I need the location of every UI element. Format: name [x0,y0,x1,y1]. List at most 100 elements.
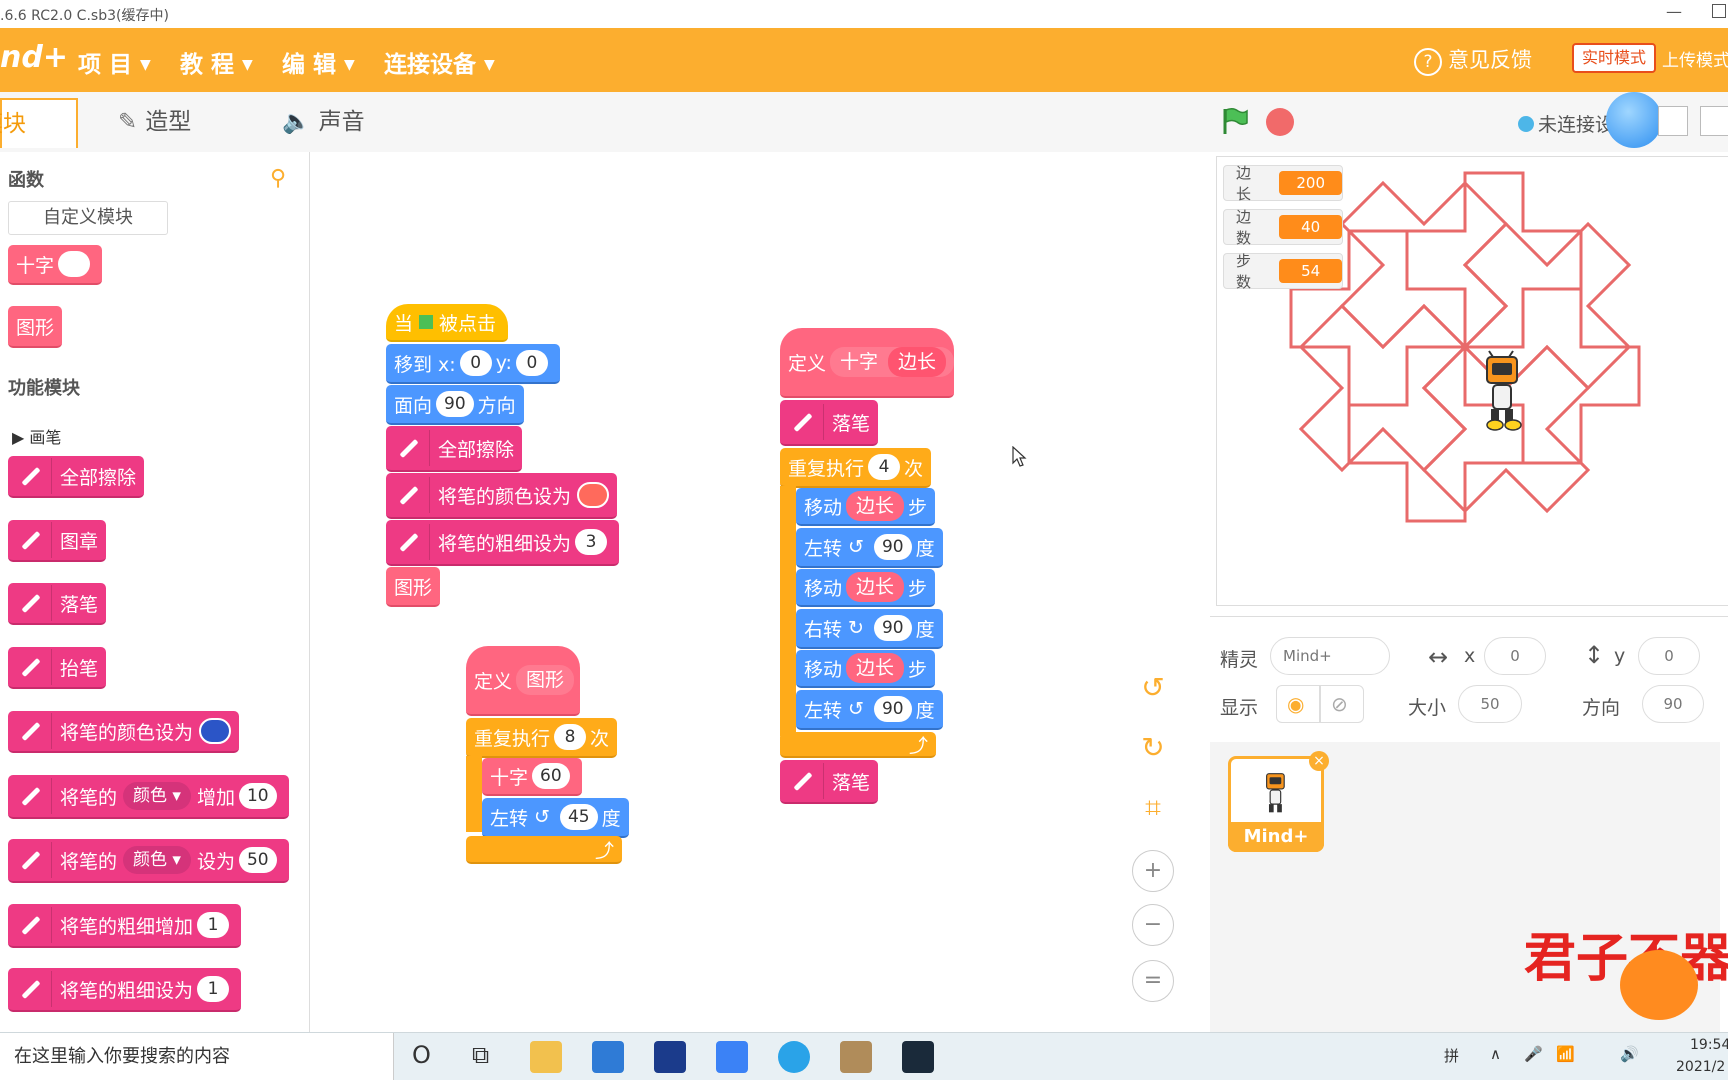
sprite-thumbnail[interactable]: Mind+ × [1228,751,1329,852]
zoom-in-button[interactable]: + [1132,850,1174,892]
cross-call-block[interactable]: 十字 60 [482,758,582,796]
side-length-reporter[interactable]: 边长 [846,491,905,521]
size-input[interactable]: 50 [1458,685,1522,723]
zoom-reset-button[interactable]: = [1132,960,1174,1002]
move-block[interactable]: 移动 边长步 [796,569,936,607]
turn-input[interactable]: 90 [873,696,912,722]
turn-right-block[interactable]: 右转 ↻ 90 度 [796,609,943,649]
move-block[interactable]: 移动 边长步 [796,650,936,688]
network-icon[interactable]: 📶 [1556,1045,1575,1063]
palette-pen-down[interactable]: 落笔 [8,583,107,625]
pen-down-block[interactable]: 落笔 [780,760,879,804]
pen-down-block[interactable]: 落笔 [780,400,879,446]
direction-input[interactable]: 90 [1642,685,1704,723]
robot-sprite[interactable] [1481,349,1525,431]
microphone-icon[interactable]: 🎤 [1524,1045,1543,1063]
tab-costumes[interactable]: ✎ 造型 [118,98,191,148]
assistant-ball-icon[interactable] [1606,92,1662,148]
redo-button[interactable]: ↻ [1132,728,1174,770]
turn-input[interactable]: 90 [873,615,912,641]
league-icon[interactable] [902,1041,934,1073]
menu-project[interactable]: 项 目 ▼ [78,45,151,79]
change-value-input[interactable]: 10 [238,783,277,809]
hide-eye-icon[interactable]: ⊘ [1320,685,1364,723]
turn-input[interactable]: 45 [559,804,598,830]
call-shape-block[interactable]: 图形 [386,567,441,607]
mail-icon[interactable] [592,1041,624,1073]
small-stage-button[interactable] [1658,106,1688,136]
task-view-icon[interactable]: ⧉ [472,1041,489,1069]
code-area[interactable] [310,152,1200,1032]
goto-x-input[interactable]: 0 [459,350,492,376]
palette-shape-block[interactable]: 图形 [8,306,63,348]
feedback-button[interactable]: ? 意见反馈 [1414,44,1532,76]
set-pen-size-block[interactable]: 将笔的粗细设为 3 [386,520,620,566]
repeat-8-block[interactable]: 重复执行 8 次 [466,718,618,758]
stop-icon[interactable] [1266,108,1294,136]
param-dropdown[interactable]: 颜色 ▾ [123,846,191,874]
palette-change-pen-size[interactable]: 将笔的粗细增加 1 [8,904,242,948]
turn-left-block[interactable]: 左转 ↺ 90 度 [796,690,943,730]
pin-icon[interactable]: ⚲ [270,166,286,191]
tab-sounds[interactable]: 🔈 声音 [282,98,365,148]
sprite-name-input[interactable]: Mind+ [1270,637,1390,675]
y-input[interactable]: 0 [1638,637,1700,675]
palette-cross-block[interactable]: 十字 [8,245,103,285]
upload-mode-button[interactable]: 上传模式 [1662,46,1728,71]
set-pen-color-block[interactable]: 将笔的颜色设为 [386,473,618,519]
cross-input[interactable] [58,251,91,277]
erase-all-block[interactable]: 全部擦除 [386,426,523,472]
repeat-4-block[interactable]: 重复执行 4 次 [780,448,932,488]
color-swatch[interactable] [577,482,610,508]
large-stage-button[interactable] [1700,106,1728,136]
palette-erase-all[interactable]: 全部擦除 [8,456,145,498]
palette-change-pen-param[interactable]: 将笔的 颜色 ▾ 增加 10 [8,775,289,819]
browser-icon[interactable] [778,1041,810,1073]
wps-icon[interactable] [716,1041,748,1073]
palette-set-pen-size[interactable]: 将笔的粗细设为 1 [8,968,242,1012]
goto-y-input[interactable]: 0 [515,350,548,376]
side-length-reporter[interactable]: 边长 [846,653,905,683]
change-size-input[interactable]: 1 [197,912,230,938]
define-shape-block[interactable]: 定义 图形 [466,646,580,716]
maximize-button[interactable] [1712,4,1726,18]
define-cross-block[interactable]: 定义 十字 边长 [780,328,955,398]
tray-expand-icon[interactable]: ∧ [1490,1045,1501,1063]
x-input[interactable]: 0 [1484,637,1546,675]
repeat-count-input[interactable]: 4 [868,454,901,480]
set-size-input[interactable]: 1 [197,976,230,1002]
pen-category[interactable]: ▶ 画笔 [12,424,61,448]
file-explorer-icon[interactable] [530,1041,562,1073]
set-value-input[interactable]: 50 [238,847,277,873]
palette-pen-up[interactable]: 抬笔 [8,647,107,689]
when-flag-clicked-block[interactable]: 当 被点击 [386,304,508,342]
point-direction-block[interactable]: 面向 90 方向 [386,385,524,425]
turn-input[interactable]: 90 [873,534,912,560]
app-b-icon[interactable] [654,1041,686,1073]
cortana-icon[interactable]: O [412,1041,431,1069]
move-block[interactable]: 移动 边长步 [796,488,936,526]
crop-button[interactable]: ⌗ [1132,788,1174,830]
show-eye-icon[interactable]: ◉ [1276,685,1320,723]
turn-left-45-block[interactable]: 左转 ↺ 45 度 [482,798,629,838]
green-flag-icon[interactable] [1220,107,1248,135]
stage[interactable]: 边长 200 边数 40 步数 54 [1216,156,1728,606]
point-input[interactable]: 90 [436,391,474,417]
palette-set-pen-param[interactable]: 将笔的 颜色 ▾ 设为 50 [8,839,289,883]
turn-left-block[interactable]: 左转 ↺ 90 度 [796,528,943,568]
side-length-reporter[interactable]: 边长 [846,572,905,602]
color-swatch[interactable] [199,718,232,744]
palette-stamp[interactable]: 图章 [8,520,107,562]
minimize-button[interactable]: — [1666,2,1682,21]
delete-sprite-icon[interactable]: × [1309,751,1329,771]
ime-indicator[interactable]: 拼 [1444,1045,1459,1066]
realtime-mode-button[interactable]: 实时模式 [1572,43,1656,73]
goto-xy-block[interactable]: 移到 x: 0 y: 0 [386,344,560,384]
custom-block-button[interactable]: 自定义模块 [8,201,168,235]
taskbar-search-input[interactable]: 在这里输入你要搜索的内容 [0,1033,394,1080]
menu-connect-device[interactable]: 连接设备 ▼ [384,45,495,79]
param-dropdown[interactable]: 颜色 ▾ [123,782,191,810]
set-size-input[interactable]: 3 [575,529,608,555]
menu-edit[interactable]: 编 辑 ▼ [282,45,355,79]
param-side-length[interactable]: 边长 [888,347,947,377]
